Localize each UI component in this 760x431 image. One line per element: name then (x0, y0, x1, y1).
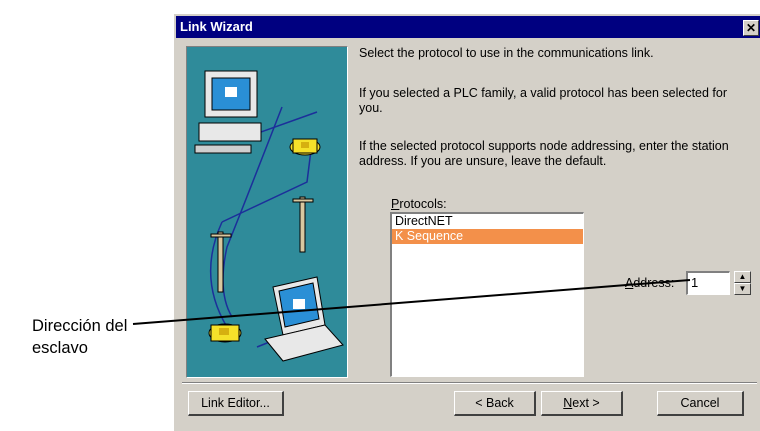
callout-leader-line (132, 279, 691, 325)
